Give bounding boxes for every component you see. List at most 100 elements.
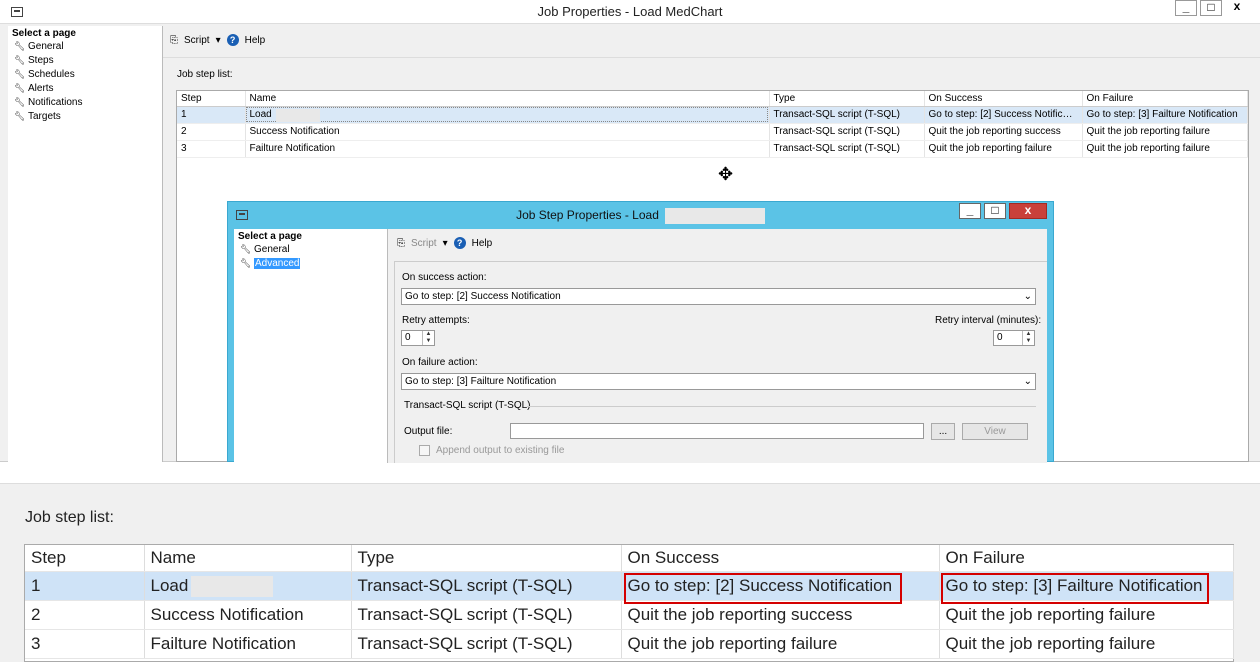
on-success-combo[interactable]: Go to step: [2] Success Notification ⌄ <box>401 288 1036 305</box>
step-name: Load <box>249 109 272 120</box>
output-file-input[interactable] <box>510 423 924 439</box>
script-icon[interactable]: ⎘ <box>397 238 405 249</box>
table-cell: Success Notification <box>245 123 770 141</box>
wrench-icon: 🔧︎ <box>14 40 26 51</box>
table-row[interactable]: 2 Success Notification Transact-SQL scri… <box>25 600 1234 630</box>
column-header[interactable]: On Success <box>924 91 1083 107</box>
wrench-icon: 🔧︎ <box>14 96 26 107</box>
job-properties-window: Job Properties - Load MedChart _ □ x Sel… <box>0 0 1260 463</box>
column-header[interactable]: On Failure <box>1082 91 1248 107</box>
chevron-down-icon[interactable]: ▾ <box>216 35 221 46</box>
wrench-icon: 🔧︎ <box>14 82 26 93</box>
page-item-notifications[interactable]: 🔧︎ Notifications <box>8 95 162 109</box>
table-cell: Quit the job reporting failure <box>939 600 1234 630</box>
dialog-title-bar: Job Step Properties - Load _ □ x <box>228 202 1053 228</box>
table-cell: 1 <box>177 106 246 124</box>
column-header[interactable]: Name <box>144 545 352 572</box>
job-step-table: Step Name Type On Success On Failure 1 L… <box>177 91 1248 158</box>
on-failure-highlight <box>941 573 1209 604</box>
page-item-advanced[interactable]: 🔧︎ Advanced <box>234 256 387 270</box>
table-row[interactable]: 2 Success Notification Transact-SQL scri… <box>177 123 1248 141</box>
on-success-label: On success action: <box>402 272 487 283</box>
dialog-title: Job Step Properties - Load <box>228 208 1053 224</box>
append-output-label: Append output to existing file <box>436 445 565 456</box>
column-header[interactable]: On Success <box>621 545 940 572</box>
column-header[interactable]: Type <box>351 545 622 572</box>
append-output-checkbox[interactable] <box>419 445 430 456</box>
redacted-block <box>664 208 765 224</box>
maximize-button[interactable]: □ <box>1200 0 1222 16</box>
dialog-body: Select a page 🔧︎ General 🔧︎ Advanced ⎘ Scr… <box>234 229 1047 463</box>
retry-interval-label: Retry interval (minutes): <box>935 315 1042 326</box>
page-item-steps[interactable]: 🔧︎ Steps <box>8 53 162 67</box>
step-name: Load <box>150 575 189 595</box>
table-cell: Transact-SQL script (T-SQL) <box>769 140 925 158</box>
page-label: Notifications <box>28 96 83 108</box>
job-step-list-label: Job step list: <box>177 69 233 80</box>
page-item-general[interactable]: 🔧︎ General <box>8 39 162 53</box>
table-cell: 3 <box>25 629 145 659</box>
retry-attempts-stepper[interactable]: 0 ▲ ▼ <box>401 330 435 346</box>
page-label: General <box>28 40 64 52</box>
table-cell: Quit the job reporting success <box>621 600 940 630</box>
help-icon[interactable]: ? <box>453 237 466 249</box>
dialog-select-page-pane: Select a page 🔧︎ General 🔧︎ Advanced <box>234 229 388 463</box>
page-label: Targets <box>28 110 61 122</box>
column-header[interactable]: Name <box>245 91 770 107</box>
wrench-icon: 🔧︎ <box>240 257 252 268</box>
view-button[interactable]: View <box>962 423 1028 440</box>
table-cell: Transact-SQL script (T-SQL) <box>769 123 925 141</box>
script-icon[interactable]: ⎘ <box>170 35 178 46</box>
help-icon[interactable]: ? <box>226 34 239 46</box>
help-button[interactable]: Help <box>245 35 266 46</box>
page-item-schedules[interactable]: 🔧︎ Schedules <box>8 67 162 81</box>
table-cell: Transact-SQL script (T-SQL) <box>351 629 622 659</box>
table-row[interactable]: 1 Load Transact-SQL script (T-SQL) Go to… <box>177 106 1248 124</box>
table-cell: 3 <box>177 140 246 158</box>
group-divider <box>527 406 1036 407</box>
table-cell: Quit the job reporting failure <box>924 140 1083 158</box>
table-row[interactable]: 3 Failture Notification Transact-SQL scr… <box>177 140 1248 158</box>
redacted-block <box>190 575 273 597</box>
job-step-list-label: Job step list: <box>25 509 114 526</box>
table-cell: Quit the job reporting failure <box>621 629 940 659</box>
table-cell: Quit the job reporting failure <box>939 629 1234 659</box>
column-header[interactable]: Type <box>769 91 925 107</box>
help-button[interactable]: Help <box>472 238 493 249</box>
table-cell: Quit the job reporting failure <box>1082 123 1248 141</box>
spin-arrows-icon[interactable]: ▲ ▼ <box>422 331 434 345</box>
maximize-button[interactable]: □ <box>984 203 1006 219</box>
column-header[interactable]: On Failure <box>939 545 1234 572</box>
table-cell: Transact-SQL script (T-SQL) <box>351 600 622 630</box>
page-item-targets[interactable]: 🔧︎ Targets <box>8 109 162 123</box>
script-button[interactable]: Script <box>411 238 437 249</box>
page-item-alerts[interactable]: 🔧︎ Alerts <box>8 81 162 95</box>
browse-button[interactable]: ... <box>931 423 955 440</box>
table-row[interactable]: 3 Failture Notification Transact-SQL scr… <box>25 629 1234 659</box>
on-failure-combo[interactable]: Go to step: [3] Failture Notification ⌄ <box>401 373 1036 390</box>
retry-interval-stepper[interactable]: 0 ▲ ▼ <box>993 330 1035 346</box>
zoomed-job-step-list: Job step list: Step Name Type On Success… <box>0 483 1260 662</box>
table-cell: Quit the job reporting failure <box>1082 140 1248 158</box>
dialog-toolbar: ⎘ Script ▾ ? Help <box>397 235 492 251</box>
close-button[interactable]: x <box>1226 0 1248 16</box>
close-button[interactable]: x <box>1009 203 1047 219</box>
retry-attempts-label: Retry attempts: <box>402 315 470 326</box>
page-item-general[interactable]: 🔧︎ General <box>234 242 387 256</box>
chevron-down-icon: ⌄ <box>1023 376 1032 387</box>
script-button[interactable]: Script <box>184 35 210 46</box>
column-header[interactable]: Step <box>25 545 145 572</box>
main-toolbar: ⎘ Script ▾ ? Help <box>170 32 265 48</box>
minimize-button[interactable]: _ <box>1175 0 1197 16</box>
page-label: Steps <box>28 54 54 66</box>
chevron-down-icon: ⌄ <box>1023 291 1032 302</box>
wrench-icon: 🔧︎ <box>240 243 252 254</box>
chevron-down-icon[interactable]: ▾ <box>443 238 448 249</box>
minimize-button[interactable]: _ <box>959 203 981 219</box>
spin-arrows-icon[interactable]: ▲ ▼ <box>1022 331 1034 345</box>
on-failure-label: On failure action: <box>402 357 478 368</box>
job-step-properties-dialog: Job Step Properties - Load _ □ x Select … <box>227 201 1054 463</box>
table-header: Step Name Type On Success On Failure <box>177 91 1248 107</box>
toolbar-divider <box>163 57 1260 58</box>
column-header[interactable]: Step <box>177 91 246 107</box>
